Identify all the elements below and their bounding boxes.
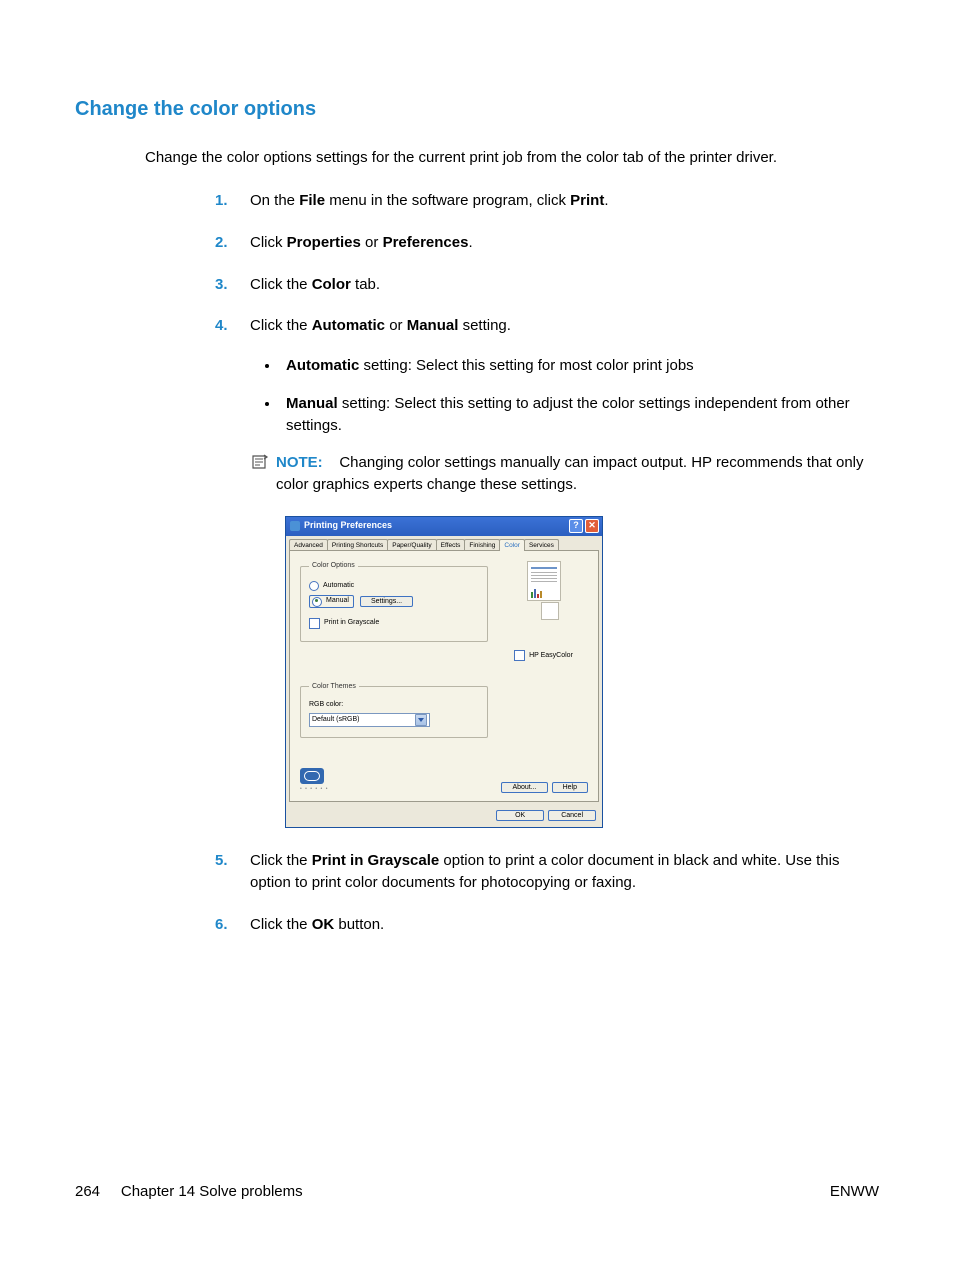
hp-logo: • • • • • • <box>300 768 328 793</box>
rgb-label: RGB color: <box>309 700 479 710</box>
cancel-button[interactable]: Cancel <box>548 810 596 821</box>
chevron-down-icon <box>415 714 427 726</box>
app-icon <box>290 521 300 531</box>
page-number: 264 <box>75 1183 100 1200</box>
about-button[interactable]: About... <box>501 782 547 793</box>
settings-button[interactable]: Settings... <box>360 596 413 607</box>
preview-panel: HP EasyColor <box>501 561 586 663</box>
page-flip-icon <box>541 602 559 620</box>
ok-button[interactable]: OK <box>496 810 544 821</box>
checkbox-icon <box>309 618 320 629</box>
step-4a: Automatic setting: Select this setting f… <box>280 355 879 377</box>
document-preview-icon <box>527 561 561 601</box>
note-icon <box>250 452 270 472</box>
rgb-color-dropdown[interactable]: Default (sRGB) <box>309 713 430 727</box>
chapter-label: Chapter 14 Solve problems <box>121 1183 303 1200</box>
checkbox-grayscale[interactable]: Print in Grayscale <box>309 618 479 629</box>
tab-color[interactable]: Color <box>499 539 525 551</box>
dialog-title: Printing Preferences <box>304 519 392 532</box>
step-5: Click the Print in Grayscale option to p… <box>215 850 879 894</box>
step-3: Click the Color tab. <box>215 274 879 296</box>
group-color-themes: Color Themes RGB color: Default (sRGB) <box>300 682 488 738</box>
footer-right: ENWW <box>830 1183 879 1200</box>
step-4b: Manual setting: Select this setting to a… <box>280 393 879 437</box>
checkbox-icon <box>514 650 525 661</box>
step-1: On the File menu in the software program… <box>215 190 879 212</box>
group-color-options: Color Options Automatic Manual <box>300 561 488 641</box>
radio-icon <box>312 597 322 607</box>
step-6: Click the OK button. <box>215 914 879 936</box>
note-label: NOTE: <box>276 454 323 471</box>
checkbox-easycolor[interactable]: HP EasyColor <box>501 650 586 661</box>
dialog-titlebar: Printing Preferences ? ✕ <box>286 517 602 536</box>
step-2: Click Properties or Preferences. <box>215 232 879 254</box>
section-heading: Change the color options <box>75 98 879 121</box>
radio-automatic[interactable]: Automatic <box>309 581 479 591</box>
radio-manual[interactable]: Manual <box>309 595 354 607</box>
page-footer: 264 Chapter 14 Solve problems ENWW <box>0 1183 954 1200</box>
close-window-button[interactable]: ✕ <box>585 519 599 533</box>
radio-icon <box>309 581 319 591</box>
note-text: Changing color settings manually can imp… <box>276 454 864 493</box>
intro-text: Change the color options settings for th… <box>145 147 879 168</box>
note-block: NOTE: Changing color settings manually c… <box>250 452 879 496</box>
help-window-button[interactable]: ? <box>569 519 583 533</box>
step-4: Click the Automatic or Manual setting. A… <box>215 315 879 828</box>
dialog-image: Printing Preferences ? ✕ Advanced Printi… <box>285 516 879 828</box>
help-button[interactable]: Help <box>552 782 588 793</box>
